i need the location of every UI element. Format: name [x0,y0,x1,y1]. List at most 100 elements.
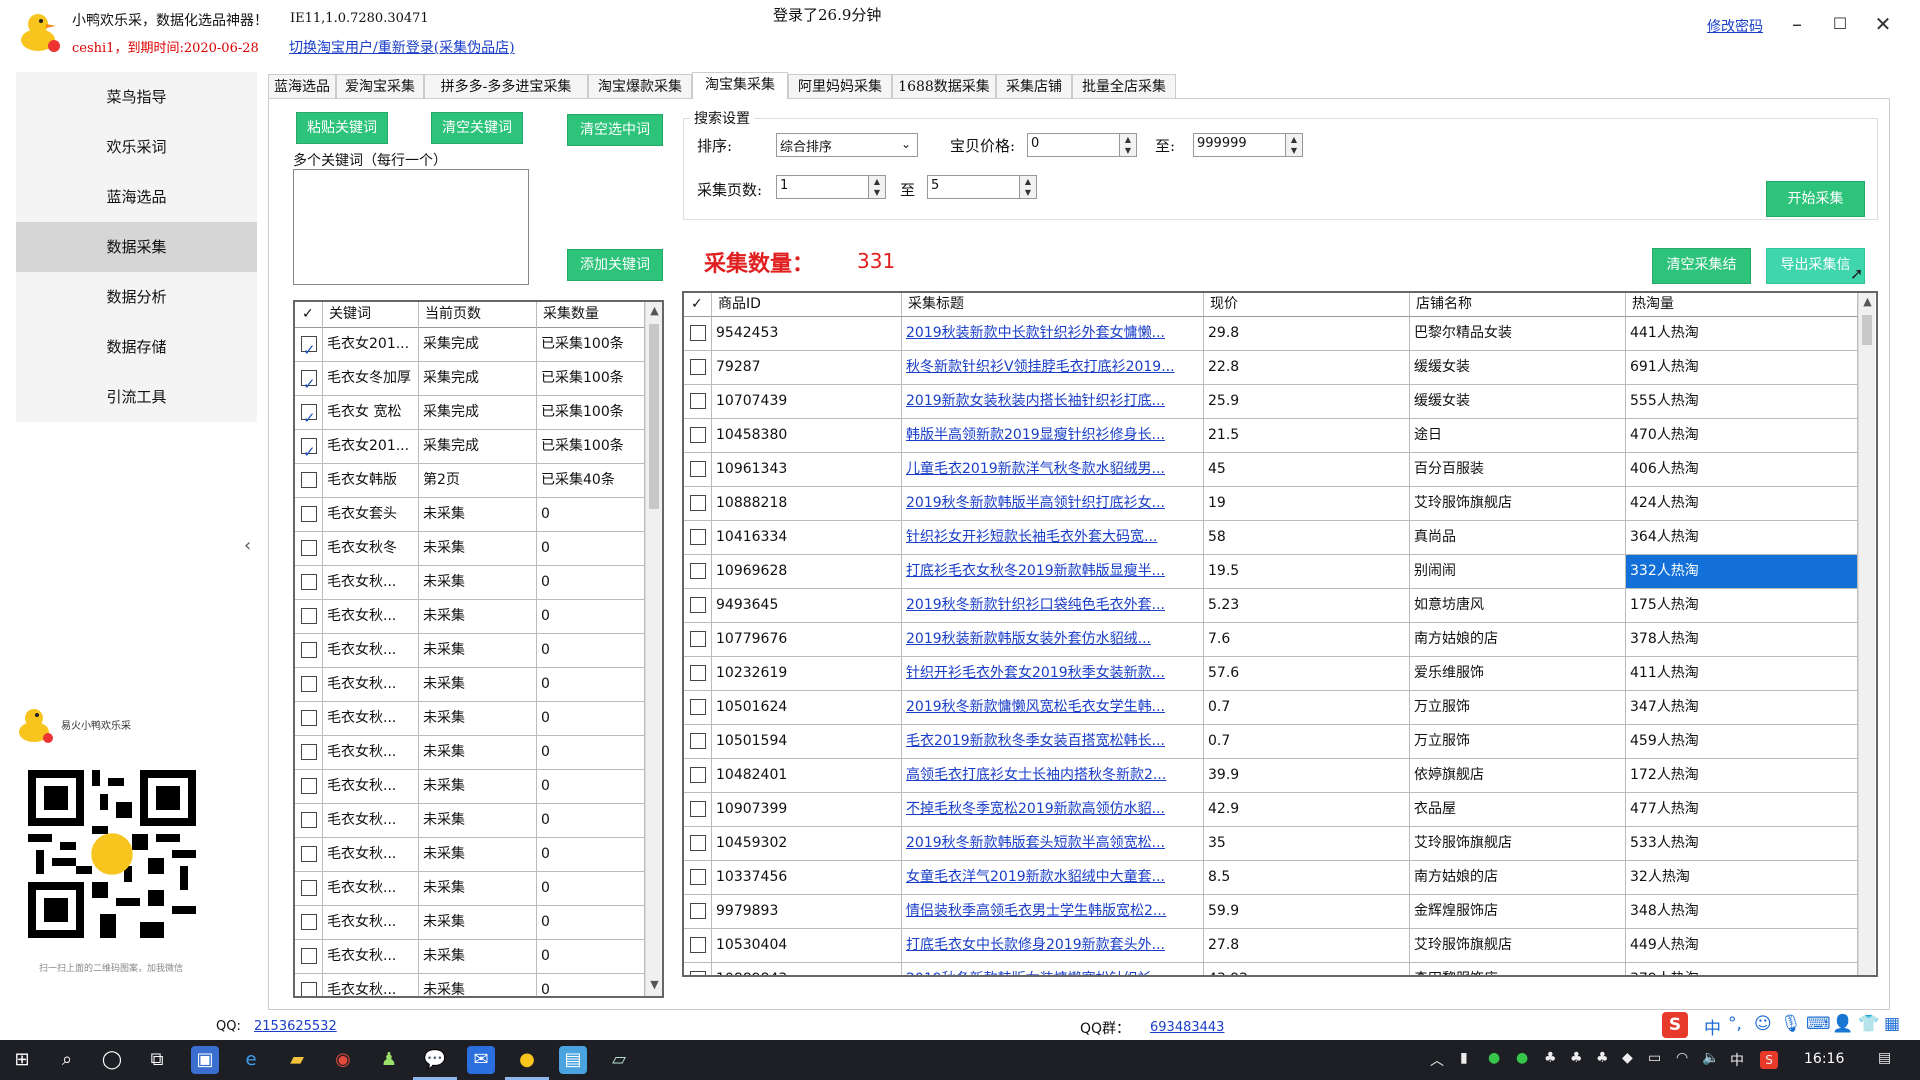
row-checkbox[interactable] [301,368,317,395]
hot-cell[interactable]: 379人热淘 [1626,963,1858,975]
hot-cell[interactable]: 378人热淘 [1626,623,1858,657]
ime-lang-chinese[interactable]: 中 [1704,1014,1721,1039]
tray-wechat2-icon[interactable]: ● [1516,1050,1528,1066]
scroll-thumb[interactable] [649,324,659,509]
price-max-stepper[interactable]: ▲ ▼ [1285,133,1303,157]
hot-cell[interactable]: 411人热淘 [1626,657,1858,691]
tray-qq2-icon[interactable]: ♣ [1570,1050,1583,1066]
row-checkbox[interactable] [690,665,706,681]
chrome-icon[interactable]: ◉ [329,1046,357,1074]
sogou-ime-icon[interactable]: S [1662,1012,1688,1038]
app-icon-4[interactable]: ▤ [559,1046,587,1074]
row-checkbox[interactable] [301,608,317,624]
product-title-link[interactable]: 2019秋装新款中长款针织衫外套女慵懒... [902,317,1204,351]
product-table-row[interactable]: 9979893 情侣装秋季高领毛衣男士学生韩版宽松2... 59.9 金辉煌服饰店 34… [684,895,1858,929]
row-checkbox[interactable] [690,631,706,647]
row-checkbox[interactable] [690,461,706,477]
tray-app-icon[interactable]: ◆ [1622,1050,1633,1066]
sidebar-item-keyword-collect[interactable]: 欢乐采词 [16,122,257,172]
row-checkbox[interactable] [301,710,317,726]
price-min-stepper[interactable]: ▲ ▼ [1119,133,1137,157]
close-icon[interactable]: ✕ [1868,12,1898,38]
hot-cell[interactable]: 348人热淘 [1626,895,1858,929]
row-checkbox[interactable] [301,436,317,463]
row-checkbox[interactable] [690,597,706,613]
user-icon[interactable]: 👤 [1832,1014,1853,1034]
qq-number-link[interactable]: 2153625532 [254,1019,337,1034]
keyword-table-row[interactable]: 毛衣女秋冬 未采集 0 [295,532,645,566]
keyword-table-row[interactable]: 毛衣女201...采集完成已采集100条 [295,328,645,362]
row-checkbox[interactable] [301,914,317,930]
row-checkbox[interactable] [301,402,317,429]
hot-cell[interactable]: 555人热淘 [1626,385,1858,419]
tab-blue-ocean[interactable]: 蓝海选品 [268,74,336,98]
sort-select[interactable]: 综合排序 ⌄ [776,133,918,157]
skin-icon[interactable]: 👕 [1858,1014,1879,1034]
hot-cell[interactable]: 477人热淘 [1626,793,1858,827]
tab-alimama[interactable]: 阿里妈妈采集 [788,74,892,98]
pages-max-stepper[interactable]: ▲ ▼ [1019,175,1037,199]
row-checkbox[interactable] [301,812,317,828]
grid-menu-icon[interactable]: ▦ [1884,1014,1900,1034]
tab-batch-shop[interactable]: 批量全店采集 [1072,74,1176,98]
product-title-link[interactable]: 秋冬新款针织衫V领挂脖毛衣打底衫2019... [902,351,1204,385]
product-title-link[interactable]: 打底衫毛衣女秋冬2019新款韩版显瘦半... [902,555,1204,589]
wechat-icon[interactable]: 💬 [421,1046,449,1074]
windows-start-icon[interactable]: ⊞ [8,1046,36,1074]
tab-taobao-set[interactable]: 淘宝集采集 [692,72,788,99]
keyword-table-row[interactable]: 毛衣女秋... 未采集 0 [295,634,645,668]
keyword-table-row[interactable]: 毛衣女秋... 未采集 0 [295,736,645,770]
row-checkbox[interactable] [690,835,706,851]
hot-cell[interactable]: 691人热淘 [1626,351,1858,385]
hot-cell[interactable]: 32人热淘 [1626,861,1858,895]
tray-sogou-icon[interactable]: S [1760,1051,1778,1069]
row-checkbox[interactable] [690,869,706,885]
keyword-table-row[interactable]: 毛衣女秋... 未采集 0 [295,940,645,974]
keywords-textarea[interactable] [293,169,529,285]
keyword-table-row[interactable]: 毛衣女秋... 未采集 0 [295,770,645,804]
pages-max-input[interactable]: 5 [927,175,1021,199]
row-checkbox[interactable] [690,699,706,715]
row-checkbox[interactable] [301,982,317,996]
clear-results-button[interactable]: 清空采集结 [1652,248,1751,284]
battery-icon[interactable]: ▭ [1648,1050,1661,1066]
row-checkbox[interactable] [301,540,317,556]
select-all-checkmark-icon[interactable]: ✓ [684,293,712,317]
hot-cell[interactable]: 424人热淘 [1626,487,1858,521]
row-checkbox[interactable] [690,971,706,975]
tray-mic-icon[interactable]: ▮ [1460,1050,1468,1066]
wifi-icon[interactable]: ◠ [1676,1050,1688,1066]
row-checkbox[interactable] [301,744,317,760]
keyword-table-row[interactable]: 毛衣女201...采集完成已采集100条 [295,430,645,464]
app-icon-2[interactable]: ♟ [375,1046,403,1074]
product-title-link[interactable]: 情侣装秋季高领毛衣男士学生韩版宽松2... [902,895,1204,929]
product-table-row[interactable]: 10530404 打底毛衣女中长款修身2019新款套头外... 27.8 艾玲服饰旗舰… [684,929,1858,963]
sidebar-collapse-icon[interactable]: ‹ [244,535,251,556]
product-table-row[interactable]: 10416334 针织衫女开衫短款长袖毛衣外套大码宽... 58 真尚品 364人热淘 [684,521,1858,555]
microphone-icon[interactable]: 🎙 [1780,1014,1802,1034]
hot-cell[interactable]: 175人热淘 [1626,589,1858,623]
keyword-table-row[interactable]: 毛衣女秋... 未采集 0 [295,600,645,634]
emoji-icon[interactable]: ☺ [1754,1014,1772,1034]
product-table-row[interactable]: 10907399 不掉毛秋冬季宽松2019新款高领仿水貂... 42.9 衣品屋 477… [684,793,1858,827]
row-checkbox[interactable] [690,529,706,545]
row-checkbox[interactable] [690,359,706,375]
hot-cell[interactable]: 406人热淘 [1626,453,1858,487]
product-table-row[interactable]: 10232619 针织开衫毛衣外套女2019秋季女装新款... 57.6 爱乐维服饰 4… [684,657,1858,691]
product-title-link[interactable]: 2019秋冬新款韩版套头短款半高领宽松... [902,827,1204,861]
select-all-checkmark-icon[interactable]: ✓ [295,302,323,328]
clock[interactable]: 16:16 [1804,1051,1844,1067]
product-table-row[interactable]: 10779676 2019秋装新款韩版女装外套仿水貂绒... 7.6 南方姑娘的店 37… [684,623,1858,657]
row-checkbox[interactable] [301,880,317,896]
row-checkbox[interactable] [690,325,706,341]
product-title-link[interactable]: 2019新款女装秋装内搭长袖针织衫打底... [902,385,1204,419]
price-max-input[interactable]: 999999 [1193,133,1287,157]
product-table-scrollbar[interactable]: ▲ [1858,293,1875,975]
product-title-link[interactable]: 2019秋冬新款针织衫口袋纯色毛衣外套... [902,589,1204,623]
pages-min-input[interactable]: 1 [776,175,870,199]
row-checkbox[interactable] [301,574,317,590]
row-checkbox[interactable] [690,495,706,511]
pages-min-stepper[interactable]: ▲ ▼ [868,175,886,199]
keyword-table-row[interactable]: 毛衣女套头 未采集 0 [295,498,645,532]
row-checkbox[interactable] [301,948,317,964]
